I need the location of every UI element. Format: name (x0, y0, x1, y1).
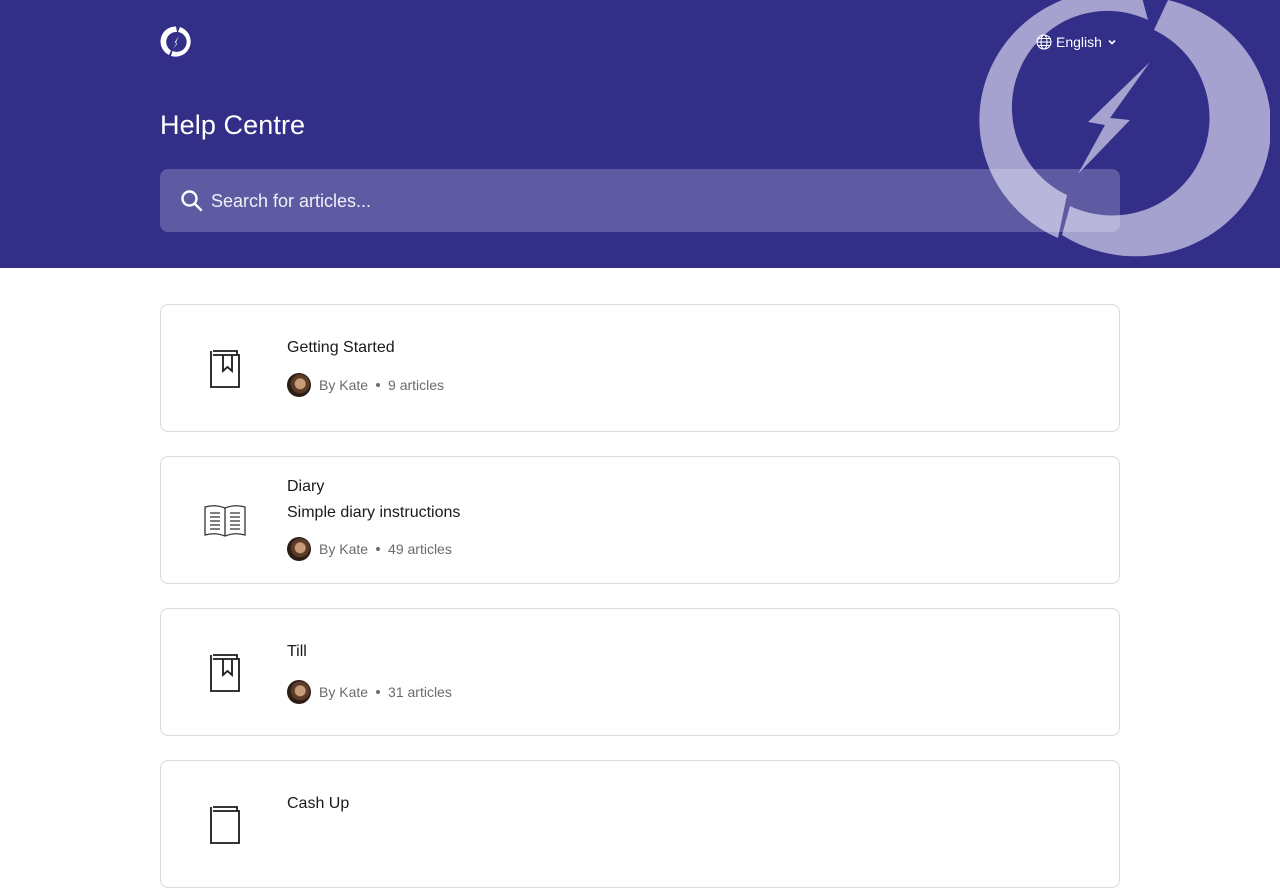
collection-meta: By Kate 49 articles (287, 537, 452, 561)
collection-meta: By Kate 9 articles (287, 373, 444, 397)
collection-card-till[interactable]: Till By Kate 31 articles (160, 608, 1120, 736)
hero-header: English Help Centre (0, 0, 1280, 268)
collection-description: Simple diary instructions (287, 504, 461, 521)
article-count: 31 articles (388, 684, 452, 700)
author-avatar (287, 680, 311, 704)
search-bar[interactable] (160, 169, 1120, 234)
collection-author: By Kate (319, 377, 369, 393)
page-title: Help Centre (160, 110, 306, 140)
collection-card-diary[interactable]: Diary Simple diary instructions By Kate … (160, 456, 1120, 584)
brand-logo-icon[interactable] (160, 25, 194, 59)
open-book-icon (204, 505, 246, 537)
collection-author: By Kate (319, 541, 369, 557)
collection-card-getting-started[interactable]: Getting Started By Kate 9 articles (160, 304, 1120, 432)
chevron-down-icon (1107, 37, 1117, 47)
book-icon (210, 806, 240, 844)
collection-meta: By Kate 31 articles (287, 680, 452, 704)
article-count: 9 articles (388, 377, 445, 393)
globe-icon (1036, 34, 1052, 50)
separator-dot (376, 690, 381, 694)
author-avatar (287, 537, 311, 561)
collection-author: By Kate (319, 684, 369, 700)
collection-title: Cash Up (287, 795, 350, 812)
bookmark-book-icon (210, 350, 240, 388)
bookmark-book-icon (210, 654, 240, 692)
collection-title: Getting Started (287, 339, 395, 356)
article-count: 49 articles (388, 541, 452, 557)
separator-dot (376, 547, 381, 551)
separator-dot (376, 383, 381, 387)
language-selector[interactable]: English (1036, 34, 1117, 50)
language-label: English (1056, 34, 1102, 50)
search-input[interactable] (209, 169, 1093, 234)
search-icon (181, 190, 203, 212)
collection-card-cash-up[interactable]: Cash Up (160, 760, 1120, 888)
collection-title: Diary (287, 478, 325, 495)
collection-title: Till (287, 643, 307, 660)
author-avatar (287, 373, 311, 397)
